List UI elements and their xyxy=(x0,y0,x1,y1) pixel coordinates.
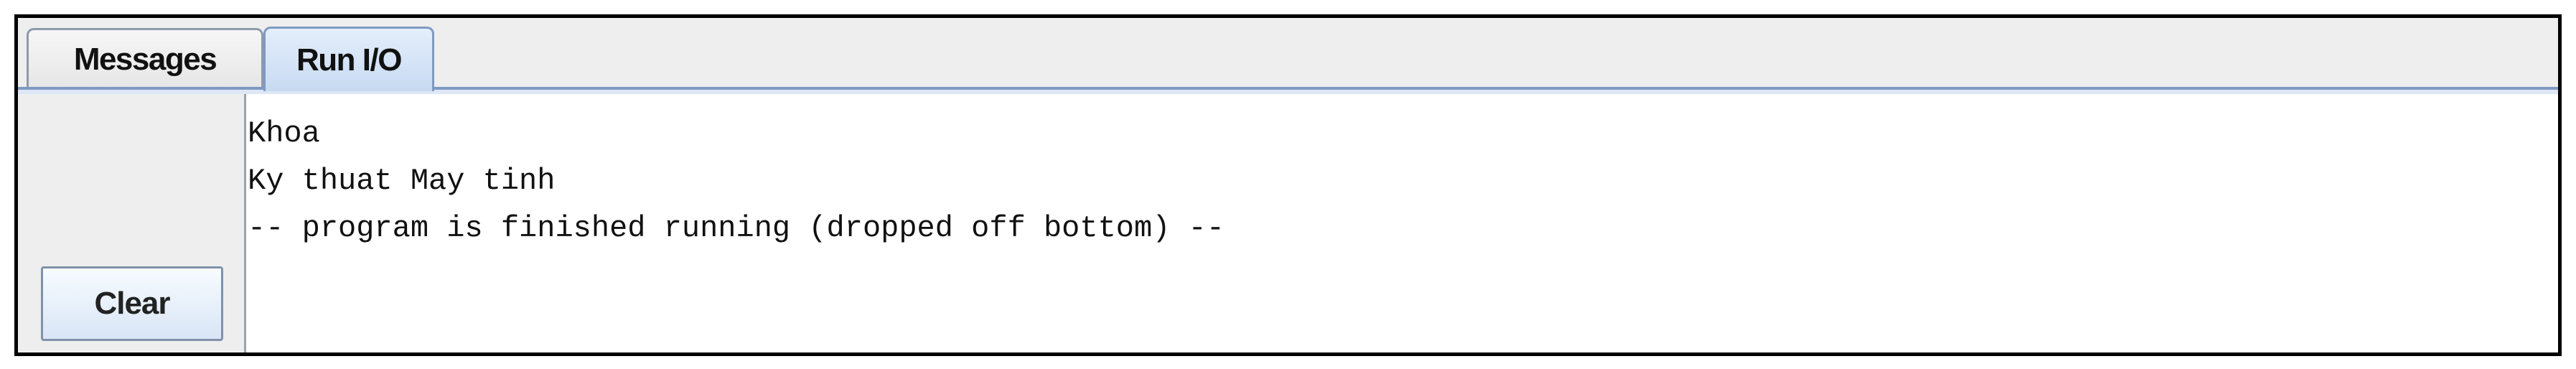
output-line: Khoa xyxy=(248,116,320,151)
clear-button[interactable]: Clear xyxy=(41,266,223,341)
tab-run-io-label: Run I/O xyxy=(296,42,402,78)
button-panel: Clear xyxy=(18,94,246,352)
tab-bar: Messages Run I/O xyxy=(18,18,2558,94)
tab-run-io[interactable]: Run I/O xyxy=(263,27,434,91)
tab-messages-label: Messages xyxy=(73,41,217,77)
output-text: Khoa Ky thuat May tinh -- program is fin… xyxy=(246,110,1224,252)
tab-messages[interactable]: Messages xyxy=(27,28,263,88)
output-console[interactable]: Khoa Ky thuat May tinh -- program is fin… xyxy=(246,94,2558,352)
run-io-panel: Messages Run I/O Clear Khoa Ky thuat May… xyxy=(14,14,2562,356)
output-line: Ky thuat May tinh xyxy=(248,164,556,198)
output-line: -- program is finished running (dropped … xyxy=(248,211,1225,246)
